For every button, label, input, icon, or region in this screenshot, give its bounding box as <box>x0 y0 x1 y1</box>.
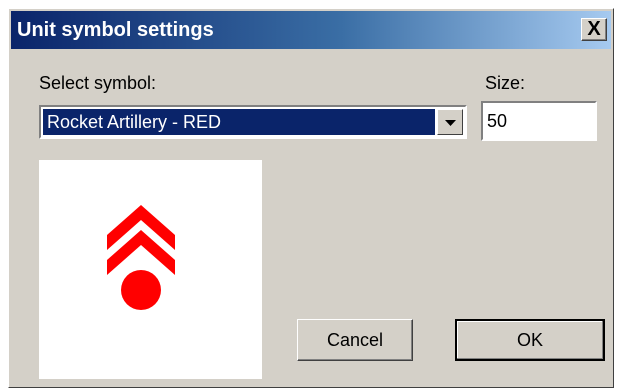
ok-button[interactable]: OK <box>455 319 605 361</box>
close-button[interactable]: X <box>581 18 607 41</box>
symbol-select[interactable]: Rocket Artillery - RED <box>39 105 467 139</box>
symbol-preview <box>39 160 262 379</box>
close-icon: X <box>587 18 601 40</box>
unit-symbol-settings-dialog: Unit symbol settings X Select symbol: Si… <box>8 8 614 388</box>
size-input[interactable] <box>481 101 597 141</box>
rocket-artillery-symbol-icon <box>107 205 175 310</box>
symbol-select-dropdown-button[interactable] <box>437 109 463 135</box>
cancel-button[interactable]: Cancel <box>297 319 413 361</box>
symbol-select-value[interactable]: Rocket Artillery - RED <box>43 109 435 135</box>
size-label: Size: <box>485 73 526 93</box>
chevron-down-icon <box>445 120 456 126</box>
title-bar[interactable]: Unit symbol settings X <box>11 11 611 49</box>
select-symbol-label: Select symbol: <box>39 73 157 93</box>
window-title: Unit symbol settings <box>17 19 214 41</box>
